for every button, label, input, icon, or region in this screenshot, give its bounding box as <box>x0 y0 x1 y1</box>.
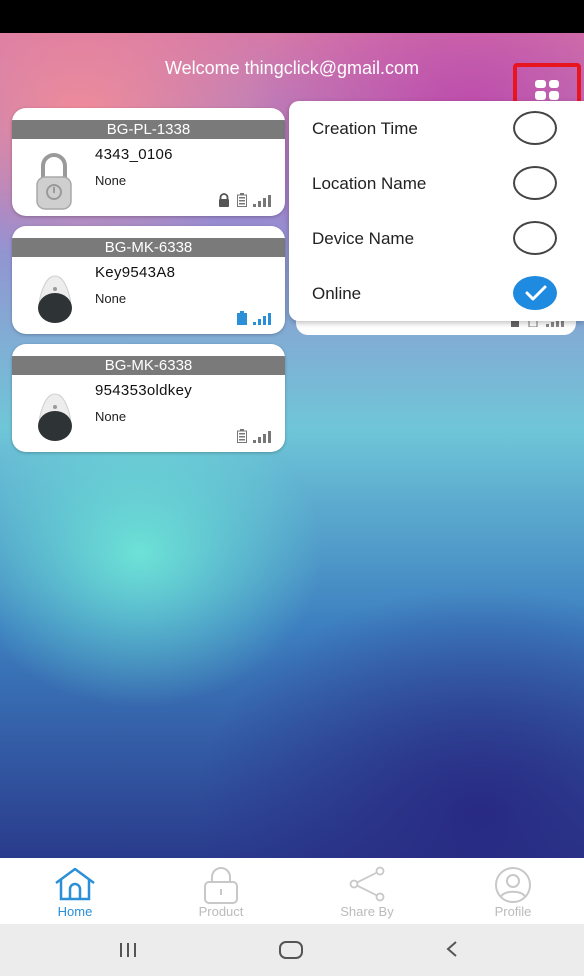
padlock-image <box>34 152 74 215</box>
sort-option-device-name[interactable]: Device Name <box>289 211 584 266</box>
tab-home[interactable]: Home <box>2 858 148 924</box>
sort-option-label: Creation Time <box>312 119 418 138</box>
device-name: Key9543A8 <box>95 264 176 281</box>
device-model: BG-MK-6338 <box>12 238 285 257</box>
home-nav-icon[interactable] <box>277 938 305 960</box>
sort-menu: Creation Time Location Name Device Name … <box>289 101 584 321</box>
tab-product[interactable]: Product <box>148 858 294 924</box>
radio-unchecked-icon[interactable] <box>513 166 557 200</box>
tab-share-by[interactable]: Share By <box>294 858 440 924</box>
status-bar <box>0 0 584 33</box>
device-location: None <box>95 173 127 188</box>
device-card[interactable]: BG-MK-6338 Key9543A8 None <box>12 226 285 334</box>
lock-icon <box>204 867 238 904</box>
sort-option-creation-time[interactable]: Creation Time <box>289 101 584 156</box>
grid-icon <box>535 79 559 100</box>
signal-icon <box>253 195 271 207</box>
tab-label: Home <box>57 904 93 919</box>
tab-profile[interactable]: Profile <box>440 858 584 924</box>
radio-checked-icon[interactable] <box>513 276 557 310</box>
battery-icon <box>237 311 247 325</box>
tab-label: Profile <box>494 904 532 919</box>
recent-apps-icon[interactable] <box>117 938 139 960</box>
back-icon[interactable] <box>442 938 462 960</box>
radio-unchecked-icon[interactable] <box>513 111 557 145</box>
radio-unchecked-icon[interactable] <box>513 221 557 255</box>
sort-option-location-name[interactable]: Location Name <box>289 156 584 211</box>
checkmark-icon <box>525 285 547 301</box>
device-location: None <box>95 291 127 306</box>
device-name: 954353oldkey <box>95 382 193 399</box>
sort-option-label: Location Name <box>312 174 427 193</box>
signal-icon <box>253 313 271 325</box>
home-icon <box>55 867 95 901</box>
keyfob-image <box>36 392 74 449</box>
sort-option-online[interactable]: Online <box>289 266 584 321</box>
device-card[interactable]: BG-MK-6338 954353oldkey None <box>12 344 285 452</box>
battery-icon <box>237 193 247 207</box>
signal-icon <box>253 431 271 443</box>
tab-label: Product <box>198 904 244 919</box>
share-icon <box>349 866 385 902</box>
bottom-tab-bar: Home Product Share By Profile <box>0 858 584 924</box>
welcome-text: Welcome thingclick@gmail.com <box>164 58 419 78</box>
device-card[interactable]: BG-PL-1338 4343_0106 None <box>12 108 285 216</box>
tab-label: Share By <box>340 904 394 919</box>
device-location: None <box>95 409 127 424</box>
device-model: BG-MK-6338 <box>12 356 285 375</box>
keyfob-image <box>36 274 74 331</box>
lock-status-icon <box>219 193 229 207</box>
device-name: 4343_0106 <box>95 146 173 163</box>
sort-option-label: Online <box>312 284 362 303</box>
sort-option-label: Device Name <box>312 229 415 248</box>
battery-icon <box>237 429 247 443</box>
system-nav-bar <box>0 924 584 976</box>
profile-icon <box>495 867 531 903</box>
device-model: BG-PL-1338 <box>12 120 285 139</box>
